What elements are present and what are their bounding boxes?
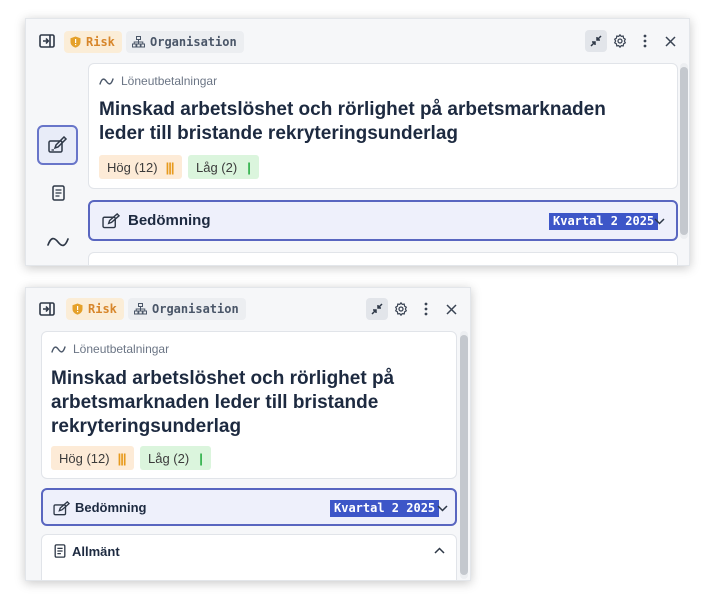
document-icon xyxy=(51,185,65,201)
risk-panel-narrow: Risk Organisation Löneutbetalningar Mins… xyxy=(25,287,471,581)
assessment-section-header[interactable]: Bedömning Kvartal 2 2025 xyxy=(88,200,678,241)
document-icon xyxy=(53,543,67,559)
risk-title: Minskad arbetslöshet och rörlighet på ar… xyxy=(51,367,451,439)
impact-badge: Hög (12) ||| xyxy=(99,155,182,179)
likelihood-level-bars: | xyxy=(247,159,251,175)
org-tree-icon xyxy=(134,303,147,315)
panel-toolbar: Risk Organisation xyxy=(26,288,470,332)
chevron-down-icon xyxy=(436,502,448,514)
assessment-label: Bedömning xyxy=(75,500,147,515)
risk-title: Minskad arbetslöshet och rörlighet på ar… xyxy=(99,98,659,146)
sidebar-item-document[interactable] xyxy=(47,182,69,204)
risk-title-line: rekryteringsunderlag xyxy=(51,416,242,437)
risk-card: Löneutbetalningar Minskad arbetslöshet o… xyxy=(88,63,678,189)
impact-level-bars: ||| xyxy=(165,159,175,175)
likelihood-badge: Låg (2) | xyxy=(188,155,259,179)
chevron-up-icon[interactable] xyxy=(433,544,445,556)
general-section: Allmänt xyxy=(41,534,457,580)
minimize-arrows-icon xyxy=(590,35,602,47)
risk-card: Löneutbetalningar Minskad arbetslöshet o… xyxy=(41,331,457,479)
scrollbar[interactable] xyxy=(460,331,468,579)
close-icon xyxy=(664,35,676,47)
more-vertical-icon xyxy=(424,302,428,316)
settings-button[interactable] xyxy=(392,300,410,318)
minimize-arrows-icon xyxy=(371,303,383,315)
period-badge: Kvartal 2 2025 xyxy=(330,500,440,517)
more-options-button[interactable] xyxy=(417,300,435,318)
close-button[interactable] xyxy=(442,300,460,318)
wave-icon xyxy=(51,345,66,353)
risk-title-line: Minskad arbetslöshet och rörlighet på xyxy=(51,368,395,389)
org-tree-icon xyxy=(132,36,145,48)
organisation-tag[interactable]: Organisation xyxy=(126,31,244,53)
next-section-card xyxy=(88,252,678,265)
risk-tag-label: Risk xyxy=(86,35,115,49)
risk-tag-label: Risk xyxy=(88,302,117,316)
assessment-section-header[interactable]: Bedömning Kvartal 2 2025 xyxy=(41,488,457,526)
scrollbar-thumb[interactable] xyxy=(680,67,688,235)
likelihood-badge: Låg (2) | xyxy=(140,446,211,470)
impact-level-bars: ||| xyxy=(117,450,127,466)
breadcrumb: Löneutbetalningar xyxy=(51,342,169,356)
gear-icon xyxy=(394,302,408,316)
wave-icon xyxy=(47,237,69,247)
impact-label: Hög (12) xyxy=(59,450,110,466)
edit-assessment-icon xyxy=(101,213,121,229)
settings-button[interactable] xyxy=(611,32,629,50)
shield-icon xyxy=(70,36,81,48)
sidebar-item-process[interactable] xyxy=(45,231,71,253)
scrollbar-thumb[interactable] xyxy=(460,335,468,575)
edit-assessment-icon xyxy=(47,136,67,153)
close-button[interactable] xyxy=(661,32,679,50)
breadcrumb-label: Löneutbetalningar xyxy=(121,74,218,88)
collapse-button[interactable] xyxy=(366,298,388,320)
toggle-sidebar-icon[interactable] xyxy=(38,32,56,50)
breadcrumb-label: Löneutbetalningar xyxy=(73,342,170,356)
likelihood-label: Låg (2) xyxy=(196,159,238,175)
general-section-label: Allmänt xyxy=(72,544,120,559)
shield-icon xyxy=(72,303,83,315)
risk-title-line: leder till bristande rekryteringsunderla… xyxy=(99,123,458,144)
close-icon xyxy=(445,303,457,315)
organisation-tag-label: Organisation xyxy=(150,35,237,49)
wave-icon xyxy=(99,77,114,85)
risk-title-line: arbetsmarknaden leder till bristande xyxy=(51,392,379,413)
collapse-button[interactable] xyxy=(585,30,607,52)
more-vertical-icon xyxy=(643,34,647,48)
chevron-down-icon xyxy=(653,215,665,227)
more-options-button[interactable] xyxy=(636,32,654,50)
risk-panel-wide: Risk Organisation Löneutbetalningar Mins… xyxy=(25,18,690,266)
scrollbar[interactable] xyxy=(680,63,688,239)
risk-type-tag: Risk xyxy=(64,31,122,53)
organisation-tag[interactable]: Organisation xyxy=(128,298,246,320)
sidebar-item-assessment[interactable] xyxy=(37,125,78,165)
toggle-sidebar-icon[interactable] xyxy=(38,300,56,318)
risk-title-line: Minskad arbetslöshet och rörlighet på ar… xyxy=(99,99,606,120)
gear-icon xyxy=(613,34,627,48)
likelihood-level-bars: | xyxy=(199,450,203,466)
assessment-label: Bedömning xyxy=(128,212,211,229)
risk-type-tag: Risk xyxy=(66,298,124,320)
period-badge: Kvartal 2 2025 xyxy=(549,213,659,230)
impact-label: Hög (12) xyxy=(107,159,158,175)
organisation-tag-label: Organisation xyxy=(152,302,239,316)
likelihood-label: Låg (2) xyxy=(148,450,190,466)
impact-badge: Hög (12) ||| xyxy=(51,446,134,470)
panel-toolbar: Risk Organisation xyxy=(26,19,689,63)
edit-assessment-icon xyxy=(52,500,72,516)
breadcrumb: Löneutbetalningar xyxy=(99,74,217,88)
